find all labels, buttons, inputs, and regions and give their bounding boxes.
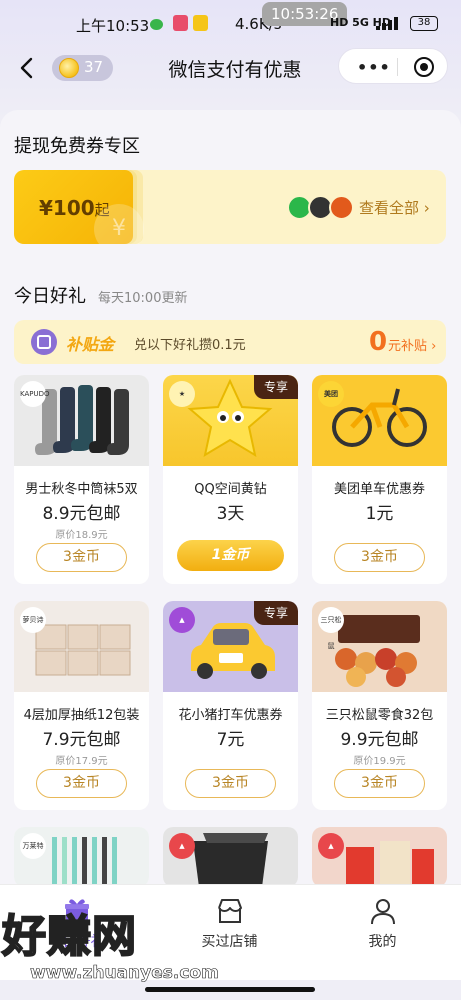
product-name: 花小猪打车优惠券	[178, 708, 283, 723]
app-notification-icon	[173, 15, 188, 31]
back-arrow-icon[interactable]	[16, 54, 38, 82]
site-watermark-url: www.zhuanyes.com	[30, 963, 219, 984]
tissue-image: 萝贝诗	[14, 601, 149, 692]
subsidy-bar[interactable]: 补贴金 兑以下好礼攒0.1元 0 元补贴 ›	[14, 320, 446, 364]
product-card[interactable]: 美团 美团单车优惠券 1元 3金币	[312, 375, 447, 584]
redeem-button[interactable]: 3金币	[36, 769, 127, 798]
original-price: 原价18.9元	[55, 530, 108, 541]
more-icon[interactable]: •••	[357, 58, 391, 77]
snack-gift-image: ▲	[312, 827, 447, 887]
redeem-button[interactable]: 1金币	[177, 540, 284, 571]
underwear-image: ▲	[163, 827, 298, 887]
user-icon	[371, 899, 395, 925]
product-name: 三只松鼠零食32包	[325, 708, 434, 723]
coin-icon	[59, 58, 79, 78]
subsidy-unit: 元补贴 ›	[388, 339, 437, 354]
snacks-image: 三只松鼠	[312, 601, 447, 692]
miniprogram-capsule: •••	[338, 48, 448, 84]
qzone-badge: ★	[169, 381, 195, 407]
product-card[interactable]: ★ 专享 QQ空间黄钻 3天 1金币	[163, 375, 298, 584]
product-price: 7.9元包邮	[42, 730, 121, 750]
subsidy-amount: 0	[369, 327, 388, 357]
coin-balance[interactable]: 37	[52, 55, 113, 81]
coin-count: 37	[84, 58, 104, 76]
bank-icon	[329, 195, 354, 220]
original-price: 原价17.9元	[55, 756, 108, 767]
redeem-button[interactable]: 3金币	[334, 769, 425, 798]
product-price: 1元	[365, 504, 394, 524]
bike-image: 美团	[312, 375, 447, 466]
exclusive-tag: 专享	[254, 601, 298, 625]
exclusive-tag: 专享	[254, 375, 298, 399]
car-image: ▲ 专享	[163, 601, 298, 692]
capsule-divider	[397, 58, 398, 76]
brand-badge: 萝贝诗	[20, 607, 46, 633]
wechat-notification-icon	[150, 19, 163, 30]
subsidy-icon	[31, 329, 57, 355]
socks-image: KAPUDO	[14, 375, 149, 466]
status-bar: 上午10:53 4.6K/s 10:53:26 HD 5G HD 38	[0, 0, 461, 48]
brand-badge: 美团	[318, 381, 344, 407]
product-price: 9.9元包邮	[340, 730, 419, 750]
product-price: 3天	[216, 504, 245, 524]
home-indicator	[145, 987, 315, 992]
tab-mine[interactable]: 我的	[306, 885, 459, 965]
redeem-button[interactable]: 3金币	[185, 769, 276, 798]
page-title: 微信支付有优惠	[168, 59, 302, 81]
product-card[interactable]: ▲	[163, 827, 298, 887]
gift-section-title: 今日好礼	[14, 286, 86, 307]
battery-icon: 38	[410, 16, 438, 31]
redeem-button[interactable]: 3金币	[334, 543, 425, 572]
product-card[interactable]: ▲	[312, 827, 447, 887]
brand-badge: KAPUDO	[20, 381, 50, 407]
subsidy-logo: 补贴金	[66, 335, 115, 354]
huaxiaozhu-badge: ▲	[169, 607, 195, 633]
redeem-button[interactable]: 3金币	[36, 543, 127, 572]
qq-star-image: ★ 专享	[163, 375, 298, 466]
brand-badge: 三只松鼠	[318, 607, 344, 650]
tab-bought-stores[interactable]: 买过店铺	[153, 885, 306, 965]
product-price: 7元	[216, 730, 245, 750]
brand-badge: ▲	[318, 833, 344, 859]
product-card[interactable]: ▲ 专享 花小猪打车优惠券 7元 3金币	[163, 601, 298, 810]
toothbrush-image: 万莱特	[14, 827, 149, 887]
product-name: 男士秋冬中筒袜5双	[25, 482, 138, 497]
product-card[interactable]: 三只松鼠 三只松鼠零食32包 9.9元包邮 原价19.9元 3金币	[312, 601, 447, 810]
signal-bars-icon	[376, 16, 406, 30]
gift-section-subtitle: 每天10:00更新	[98, 291, 188, 306]
voucher-section-title: 提现免费券专区	[14, 136, 140, 157]
product-price: 8.9元包邮	[42, 504, 121, 524]
subsidy-description: 兑以下好礼攒0.1元	[134, 338, 246, 353]
original-price: 原价19.9元	[353, 756, 406, 767]
yen-watermark-icon: ¥	[94, 204, 144, 244]
voucher-ticket[interactable]: ¥100起 ¥	[14, 170, 144, 244]
store-icon	[218, 899, 242, 923]
product-card[interactable]: 万莱特	[14, 827, 149, 887]
see-all-link[interactable]: 查看全部 ›	[359, 197, 430, 218]
tab-label: 我的	[368, 934, 397, 950]
nav-bar: 37 微信支付有优惠 •••	[0, 48, 461, 90]
tab-label: 买过店铺	[201, 934, 258, 950]
brand-badge: ▲	[169, 833, 195, 859]
product-name: QQ空间黄钻	[194, 482, 267, 497]
product-card[interactable]: 萝贝诗 4层加厚抽纸12包装 7.9元包邮 原价17.9元 3金币	[14, 601, 149, 810]
status-time: 上午10:53	[76, 17, 150, 35]
close-target-icon[interactable]	[414, 57, 434, 77]
product-name: 美团单车优惠券	[333, 482, 425, 497]
product-name: 4层加厚抽纸12包装	[23, 708, 140, 723]
site-watermark: 好赚网	[1, 910, 137, 963]
brand-badge: 万莱特	[20, 833, 46, 859]
app-notification-icon-2	[193, 15, 208, 31]
voucher-card[interactable]: ¥100起 ¥ 查看全部 ›	[14, 170, 446, 244]
product-card[interactable]: KAPUDO 男士秋冬中筒袜5双 8.9元包邮 原价18.9元 3金币	[14, 375, 149, 584]
